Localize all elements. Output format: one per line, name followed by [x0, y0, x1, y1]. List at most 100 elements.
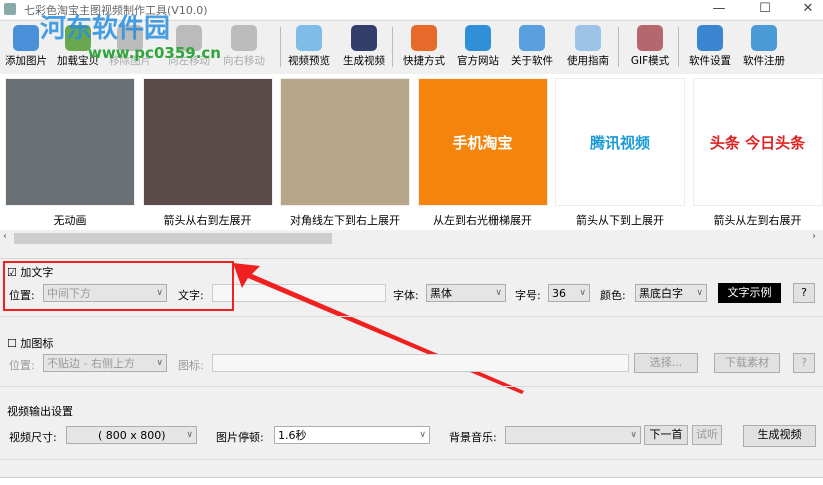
logo-position-select[interactable]: 不贴边 - 右侧上方 ∨ [43, 354, 167, 372]
thumbnail-caption: 箭头从左到右展开 [713, 214, 802, 227]
output-settings-title: 视频输出设置 [7, 405, 73, 418]
pause-select[interactable]: 1.6秒 ∨ [274, 426, 430, 444]
thumbnail-item[interactable]: 腾讯视频箭头从下到上展开 [555, 78, 685, 231]
divider [0, 316, 823, 317]
list-header [0, 477, 823, 485]
add-logo-label: 加图标 [20, 337, 54, 350]
thumbnail-item[interactable]: 无动画 [5, 78, 135, 231]
watermark-url: www.pc0359.cn [88, 44, 221, 62]
thumbnail-caption: 箭头从下到上展开 [576, 214, 664, 227]
music-select[interactable]: ∨ [505, 426, 641, 444]
add-image-icon [13, 25, 39, 51]
toolbar-button-8[interactable]: 官方网站 [452, 23, 504, 71]
toolbar-button-11[interactable]: GIF模式 [624, 23, 676, 71]
magnifier-icon [296, 25, 322, 51]
thumbnail-image: 手机淘宝 [417, 78, 548, 206]
video-size-label: 视频尺寸: [9, 431, 57, 444]
toolbar-button-9[interactable]: 关于软件 [506, 23, 558, 71]
thumbnail-item[interactable]: 头条 今日头条箭头从左到右展开 [692, 78, 823, 231]
pause-label: 图片停顿: [216, 431, 264, 444]
toolbar-separator [280, 27, 281, 67]
chevron-down-icon: ∨ [156, 358, 163, 368]
toolbar-button-10[interactable]: 使用指南 [562, 23, 614, 71]
scroll-left-icon[interactable]: ‹ [3, 231, 7, 242]
chevron-down-icon: ∨ [579, 288, 586, 298]
thumbnail-image-text: 手机淘宝 [452, 133, 513, 152]
monitor-icon [751, 25, 777, 51]
thumbnail-image-text: 头条 今日头条 [709, 133, 806, 152]
minimize-button[interactable]: — [704, 0, 734, 19]
toolbar-button-12[interactable]: 软件设置 [684, 23, 736, 71]
gif-icon [637, 25, 663, 51]
toolbar-button-6[interactable]: 生成视频 [338, 23, 390, 71]
chevron-down-icon: ∨ [186, 430, 193, 440]
toolbar-separator [392, 27, 393, 67]
logo-label: 图标: [178, 359, 204, 372]
toolbar-button-label: 官方网站 [457, 55, 499, 67]
next-song-button[interactable]: 下一首 [644, 425, 688, 445]
color-value: 黑底白字 [639, 287, 683, 300]
thumbnail-image [280, 78, 410, 206]
ie-icon [465, 25, 491, 51]
select-logo-button[interactable]: 选择... [634, 353, 698, 373]
thumbnail-caption: 对角线左下到右上展开 [290, 214, 400, 227]
thumbnail-strip: 无动画 箭头从右到左展开 对角线左下到右上展开 手机淘宝 从左到右光栅梯展开 腾讯视频 箭头… [0, 74, 823, 230]
maximize-button[interactable]: ☐ [750, 0, 780, 19]
toolbar-button-5[interactable]: 视频预览 [283, 23, 335, 71]
thumbnail-caption: 从左到右光栅梯展开 [433, 214, 532, 227]
toolbar-button-4[interactable]: 向右移动 [218, 23, 270, 71]
toolbar-button-label: 添加图片 [5, 55, 47, 67]
toolbar-button-label: GIF模式 [630, 55, 670, 67]
toolbar-button-7[interactable]: 快捷方式 [398, 23, 450, 71]
toolbar-button-label: 软件设置 [689, 55, 731, 67]
thumbnail-image: 头条 今日头条 [692, 78, 823, 206]
close-button[interactable]: ✕ [793, 0, 823, 19]
arrow-right-icon [231, 25, 257, 51]
annotation-arrow [233, 263, 524, 394]
thumbnail-image-text: 腾讯视频 [589, 133, 650, 152]
thumbnail-item[interactable]: 对角线左下到右上展开 [280, 78, 410, 231]
listen-button[interactable]: 试听 [692, 425, 722, 445]
video-size-value: ( 800 x 800) [98, 428, 166, 442]
color-select[interactable]: 黑底白字 ∨ [635, 284, 707, 302]
video-size-select[interactable]: ( 800 x 800) ∨ [66, 426, 197, 444]
music-label: 背景音乐: [449, 431, 497, 444]
logo-position-label: 位置: [9, 359, 35, 372]
thumbnail-image: 腾讯视频 [555, 78, 685, 206]
thumbnail-item[interactable]: 手机淘宝从左到右光栅梯展开 [417, 78, 548, 231]
font-size-select[interactable]: 36 ∨ [548, 284, 590, 302]
watermark-logo: 河东软件园 [40, 14, 171, 44]
color-label: 颜色: [600, 289, 626, 302]
app-icon [4, 3, 16, 15]
toolbar-button-label: 快捷方式 [403, 55, 445, 67]
chevron-down-icon: ∨ [696, 288, 703, 298]
scroll-right-icon[interactable]: › [812, 231, 816, 242]
font-size-value: 36 [552, 286, 566, 300]
text-help-button[interactable]: ? [793, 283, 815, 303]
scrollbar-thumb[interactable] [14, 233, 332, 244]
toolbar-button-label: 使用指南 [567, 55, 609, 67]
pause-value: 1.6秒 [278, 429, 307, 442]
chevron-down-icon: ∨ [630, 430, 637, 440]
info-icon [519, 25, 545, 51]
toolbar-button-label: 软件注册 [743, 55, 785, 67]
logo-position-value: 不贴边 - 右侧上方 [47, 357, 135, 370]
download-material-button[interactable]: 下载素材 [714, 353, 780, 373]
divider [0, 459, 823, 460]
thumbnail-caption: 无动画 [53, 214, 87, 227]
logo-input[interactable] [212, 354, 629, 372]
cubes-icon [411, 25, 437, 51]
gear-icon [697, 25, 723, 51]
add-logo-checkbox[interactable]: ☐ 加图标 [7, 335, 53, 351]
annotation-highlight-box [3, 261, 234, 311]
text-sample-button[interactable]: 文字示例 [718, 283, 781, 303]
generate-video-button[interactable]: 生成视频 [743, 425, 816, 447]
thumbnail-item[interactable]: 箭头从右到左展开 [142, 78, 273, 231]
thumbnail-image [5, 78, 135, 206]
logo-help-button[interactable]: ? [793, 353, 815, 373]
toolbar-button-13[interactable]: 软件注册 [738, 23, 790, 71]
thumbnail-image [142, 78, 273, 206]
chevron-down-icon: ∨ [419, 430, 426, 440]
clapperboard-icon [351, 25, 377, 51]
toolbar-button-label: 关于软件 [511, 55, 553, 67]
